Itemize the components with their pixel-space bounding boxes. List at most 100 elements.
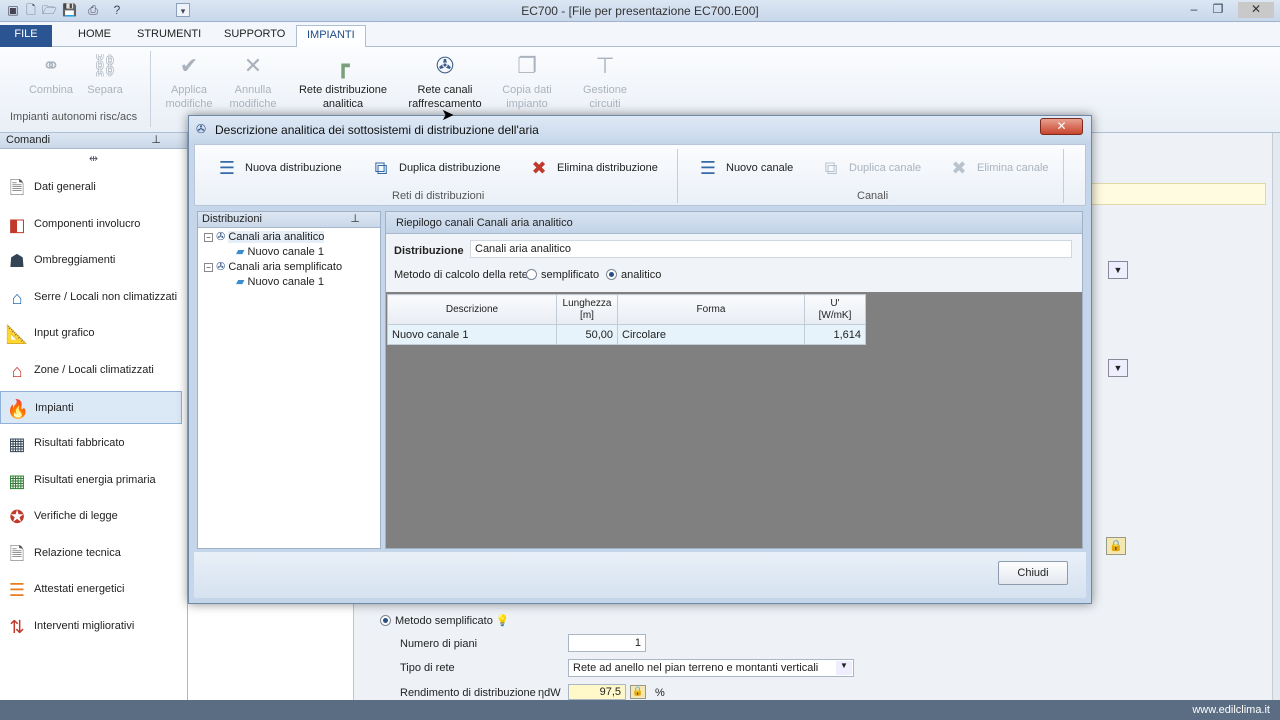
nuovo-canale-button[interactable]: ☰ Nuovo canale	[692, 155, 793, 181]
tipo-rete-label: Tipo di rete	[400, 662, 455, 674]
chiudi-button[interactable]: Chiudi	[998, 561, 1068, 585]
lock-icon[interactable]: 🔒	[1106, 537, 1126, 555]
cell-forma[interactable]: Circolare	[617, 324, 805, 345]
ribbon-group-label: Impianti autonomi risc/acs	[10, 111, 138, 123]
column-header-descrizione[interactable]: Descrizione	[387, 294, 557, 325]
numero-piani-input[interactable]: 1	[568, 634, 646, 652]
sidebar-item-dati-generali[interactable]: 🗎 Dati generali	[0, 171, 182, 204]
annulla-modifiche-button[interactable]: ✕ Annulla modifiche	[222, 51, 284, 111]
close-window-button[interactable]: ✕	[1238, 2, 1274, 18]
sidebar-item-attestati[interactable]: ☰ Attestati energetici	[0, 573, 182, 606]
dropdown-arrow-icon[interactable]: ▼	[836, 661, 852, 675]
copy-icon: ❐	[517, 53, 537, 78]
metodo-semplificato-radio[interactable]: Metodo semplificato 💡	[380, 614, 510, 627]
gestione-circuiti-button[interactable]: ⊤ Gestione circuiti	[574, 51, 636, 111]
sidebar-item-verifiche[interactable]: ✪ Verifiche di legge	[0, 500, 182, 533]
dialog-close-button[interactable]: ✕	[1040, 118, 1083, 135]
tree-header: Distribuzioni ⊥	[198, 212, 380, 228]
group-label-canali: Canali	[857, 190, 889, 202]
tab-impianti[interactable]: IMPIANTI	[296, 25, 366, 47]
fan-icon: ✇	[435, 53, 455, 78]
collapse-toggle-icon[interactable]: −	[204, 263, 213, 272]
tab-file[interactable]: FILE	[0, 25, 52, 47]
sidebar-item-risultati-energia[interactable]: ▦ Risultati energia primaria	[0, 464, 182, 497]
column-header-forma[interactable]: Forma	[617, 294, 805, 325]
status-bar: www.edilclima.it	[0, 700, 1280, 720]
tab-supporto[interactable]: SUPPORTO	[214, 25, 295, 47]
nuova-distribuzione-button[interactable]: ☰ Nuova distribuzione	[211, 155, 342, 181]
commands-panel: Comandi ⊥ ⇹ 🗎 Dati generali ◧ Componenti i…	[0, 133, 188, 700]
sidebar-item-componenti-involucro[interactable]: ◧ Componenti involucro	[0, 208, 182, 241]
tree-child-node[interactable]: ▰ Nuovo canale 1	[236, 275, 324, 288]
applica-modifiche-button[interactable]: ✔ Applica modifiche	[158, 51, 220, 111]
rete-distribuzione-analitica-button[interactable]: ┏ Rete distribuzione analitica	[292, 51, 394, 111]
sidebar-item-risultati-fabbricato[interactable]: ▦ Risultati fabbricato	[0, 427, 182, 460]
fan-icon: ✇	[216, 261, 226, 273]
mouse-cursor-icon: ➤	[441, 107, 455, 124]
duplica-distribuzione-button[interactable]: ⧉ Duplica distribuzione	[365, 155, 501, 181]
scrollbar[interactable]	[1272, 133, 1280, 700]
dialog-title-bar: ✇ Descrizione analitica dei sottosistemi…	[189, 116, 1091, 141]
improvement-icon: ⇅	[9, 617, 25, 637]
sidebar-item-relazione[interactable]: 🗎 Relazione tecnica	[0, 537, 182, 570]
tree-node[interactable]: − ✇ Canali aria analitico	[204, 230, 325, 243]
cell-u[interactable]: 1,614	[804, 324, 866, 345]
flame-icon: 🔥	[6, 399, 30, 419]
sidebar-item-ombreggiamenti[interactable]: ☗ Ombreggiamenti	[0, 244, 182, 277]
duct-icon: ▰	[236, 276, 245, 288]
collapse-icon[interactable]: ⇹	[0, 152, 187, 165]
link-icon: ⚭	[41, 53, 61, 78]
maximize-button[interactable]: ❐	[1206, 2, 1230, 18]
duplica-canale-button[interactable]: ⧉ Duplica canale	[815, 155, 922, 181]
column-header-u[interactable]: U' [W/mK]	[804, 294, 866, 325]
table-row[interactable]: Nuovo canale 1 50,00 Circolare 1,614	[387, 324, 866, 345]
unlink-icon: ⛓	[91, 53, 119, 78]
distribuzione-input[interactable]: Canali aria analitico	[470, 240, 1072, 258]
lock-icon[interactable]: 🔒	[630, 685, 646, 699]
pipe-icon: ┏	[336, 53, 350, 78]
summary-pane: Riepilogo canali Canali aria analitico D…	[385, 211, 1083, 549]
elimina-distribuzione-button[interactable]: ✖ Elimina distribuzione	[523, 155, 657, 181]
separa-button[interactable]: ⛓ Separa	[80, 51, 130, 97]
cell-lunghezza[interactable]: 50,00	[556, 324, 618, 345]
summary-header: Riepilogo canali Canali aria analitico	[386, 212, 1082, 234]
dialog-title: Descrizione analitica dei sottosistemi d…	[215, 123, 539, 137]
dropdown-arrow-icon[interactable]: ▼	[1108, 261, 1128, 279]
combina-button[interactable]: ⚭ Combina	[22, 51, 80, 97]
sidebar-item-interventi[interactable]: ⇅ Interventi migliorativi	[0, 610, 182, 643]
rendimento-unit: %	[655, 687, 665, 699]
tab-home[interactable]: HOME	[68, 25, 121, 47]
rendimento-input[interactable]: 97,5	[568, 684, 626, 700]
minimize-button[interactable]: –	[1182, 2, 1206, 18]
toolbar-separator	[1063, 149, 1064, 203]
sidebar-item-zone[interactable]: ⌂ Zone / Locali climatizzati	[0, 354, 182, 387]
semplificato-radio[interactable]: semplificato	[526, 269, 599, 281]
tree-node[interactable]: − ✇ Canali aria semplificato	[204, 260, 342, 273]
elimina-canale-button[interactable]: ✖ Elimina canale	[943, 155, 1048, 181]
distribution-tree: Distribuzioni ⊥ − ✇ Canali aria analitic…	[197, 211, 381, 549]
document-icon: 🗎	[9, 178, 25, 198]
dropdown-arrow-icon[interactable]: ▼	[1108, 359, 1128, 377]
calculator-icon: ▦	[8, 434, 26, 454]
duct-icon: ▰	[236, 246, 245, 258]
column-header-lunghezza[interactable]: Lunghezza [m]	[556, 294, 618, 325]
tipo-rete-select[interactable]: Rete ad anello nel pian terreno e montan…	[568, 659, 854, 677]
rendimento-label: Rendimento di distribuzione	[400, 687, 536, 699]
sidebar-item-impianti[interactable]: 🔥 Impianti	[0, 391, 182, 424]
rete-canali-raffrescamento-button[interactable]: ✇ Rete canali raffrescamento	[402, 51, 488, 111]
tree-child-node[interactable]: ▰ Nuovo canale 1	[236, 245, 324, 258]
analitico-radio[interactable]: analitico	[606, 269, 661, 281]
add-list-icon: ☰	[699, 158, 717, 178]
cell-descrizione[interactable]: Nuovo canale 1	[387, 324, 557, 345]
collapse-toggle-icon[interactable]: −	[204, 233, 213, 242]
pin-icon[interactable]: ⊥	[350, 212, 360, 225]
fan-icon: ✇	[196, 122, 207, 136]
sidebar-item-input-grafico[interactable]: 📐 Input grafico	[0, 317, 182, 350]
fan-icon: ✇	[216, 231, 226, 243]
sidebar-item-serre[interactable]: ⌂ Serre / Locali non climatizzati	[0, 281, 182, 314]
copia-dati-impianto-button[interactable]: ❐ Copia dati impianto	[496, 51, 558, 111]
add-list-icon: ☰	[218, 158, 236, 178]
tab-strumenti[interactable]: STRUMENTI	[127, 25, 211, 47]
pin-icon[interactable]: ⊥	[151, 133, 161, 146]
delete-list-icon: ✖	[531, 158, 547, 178]
